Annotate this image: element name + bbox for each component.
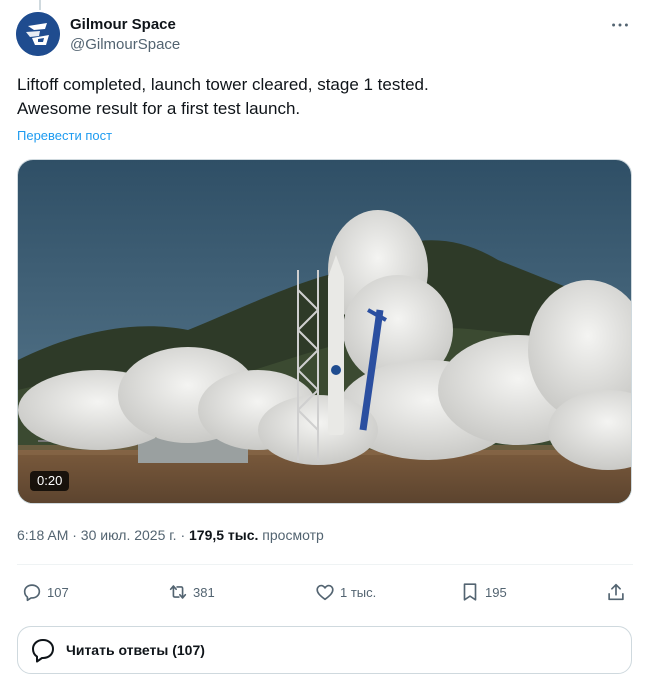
like-button[interactable]: 1 тыс. bbox=[314, 572, 376, 612]
tweet-text-line: Awesome result for a first test launch. bbox=[17, 99, 301, 118]
tweet-meta: 6:18 AM · 30 июл. 2025 г. · 179,5 тыс. п… bbox=[17, 525, 324, 545]
views-count: 179,5 тыс. bbox=[189, 527, 259, 543]
video-player[interactable]: 0:20 bbox=[17, 159, 632, 504]
tweet-text-line: Liftoff completed, launch tower cleared,… bbox=[17, 75, 429, 94]
divider bbox=[17, 564, 633, 565]
share-button[interactable] bbox=[605, 572, 631, 612]
share-icon bbox=[608, 583, 624, 601]
heart-icon bbox=[316, 584, 334, 601]
repost-icon bbox=[169, 585, 187, 599]
action-bar: 107 381 1 тыс. 195 bbox=[17, 572, 633, 612]
tweet-header: Gilmour Space @GilmourSpace bbox=[16, 12, 634, 60]
bookmark-icon bbox=[463, 583, 477, 601]
rocket-launch-video-frame bbox=[18, 160, 631, 503]
author-handle[interactable]: @GilmourSpace bbox=[70, 35, 180, 55]
avatar[interactable] bbox=[16, 12, 60, 56]
author-display-name[interactable]: Gilmour Space bbox=[70, 15, 180, 35]
bookmark-count: 195 bbox=[485, 584, 507, 600]
reply-count: 107 bbox=[47, 584, 69, 600]
reply-icon bbox=[23, 584, 41, 602]
tweet-text: Liftoff completed, launch tower cleared,… bbox=[17, 73, 627, 121]
repost-count: 381 bbox=[193, 584, 215, 600]
read-replies-label: Читать ответы (107) bbox=[66, 642, 205, 658]
translate-post-link[interactable]: Перевести пост bbox=[17, 128, 112, 143]
views-label: просмотр bbox=[258, 527, 324, 543]
more-options-button[interactable] bbox=[606, 14, 634, 36]
bookmark-button[interactable]: 195 bbox=[459, 572, 507, 612]
gilmour-logo-icon bbox=[16, 12, 60, 56]
video-duration-badge: 0:20 bbox=[30, 471, 70, 491]
thread-connector-line bbox=[39, 0, 41, 10]
more-dots-icon bbox=[612, 23, 628, 27]
like-count: 1 тыс. bbox=[340, 584, 377, 600]
reply-button[interactable]: 107 bbox=[21, 572, 69, 612]
repost-button[interactable]: 381 bbox=[167, 572, 215, 612]
read-replies-button[interactable]: Читать ответы (107) bbox=[17, 626, 632, 674]
timestamp[interactable]: 6:18 AM · 30 июл. 2025 г. · bbox=[17, 527, 189, 543]
speech-bubble-icon bbox=[32, 639, 54, 663]
